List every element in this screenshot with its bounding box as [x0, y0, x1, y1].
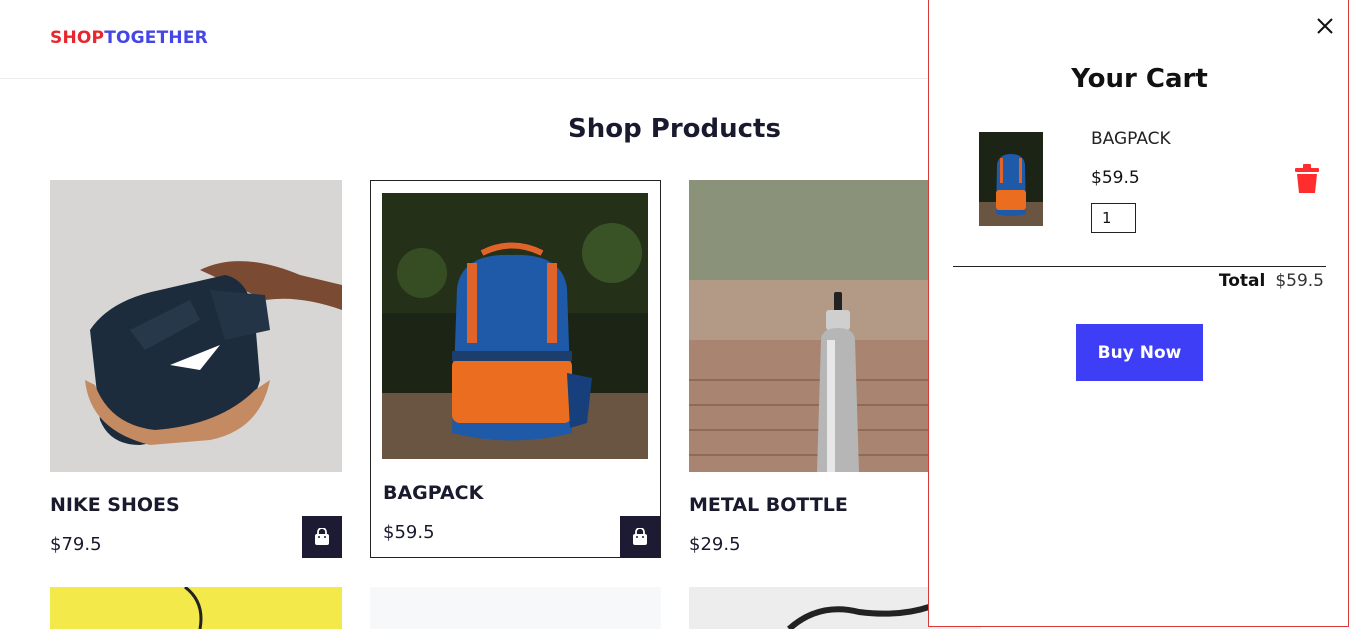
- total-label: Total: [1218, 271, 1266, 291]
- product-name[interactable]: BAGPACK: [383, 482, 483, 504]
- total-value: $59.5: [1275, 271, 1324, 291]
- shopping-bag-icon: [315, 528, 329, 545]
- product-name[interactable]: METAL BOTTLE: [689, 494, 848, 516]
- product-image-shoes[interactable]: [50, 180, 342, 472]
- cart-title: Your Cart: [1071, 64, 1208, 94]
- cart-item-image: [979, 132, 1043, 226]
- close-cart-button[interactable]: [1314, 14, 1336, 38]
- shopping-bag-icon: [633, 528, 647, 545]
- buy-now-button[interactable]: Buy Now: [1076, 324, 1203, 381]
- product-image-backpack[interactable]: [382, 193, 648, 459]
- product-price: $29.5: [689, 534, 741, 555]
- product-price: $59.5: [383, 522, 435, 543]
- add-to-cart-button[interactable]: [302, 516, 342, 558]
- cart-item-price: $59.5: [1091, 168, 1140, 188]
- product-image-partial[interactable]: [50, 587, 342, 629]
- logo[interactable]: SHOPTOGETHER: [50, 28, 208, 48]
- product-card: NIKE SHOES $79.5: [50, 180, 342, 558]
- add-to-cart-button[interactable]: [620, 516, 660, 558]
- product-card-selected: BAGPACK $59.5: [370, 180, 661, 558]
- cart-item-name: BAGPACK: [1091, 129, 1171, 149]
- close-icon: [1317, 18, 1333, 34]
- cart-divider: [953, 266, 1326, 267]
- delete-item-button[interactable]: [1294, 164, 1320, 194]
- quantity-input[interactable]: [1091, 203, 1136, 233]
- cart-drawer: Your Cart BAGPACK $59.5 Total $59.5 Buy …: [928, 0, 1349, 627]
- trash-icon: [1295, 164, 1319, 193]
- logo-shop-text: SHOP: [50, 28, 105, 48]
- product-image-partial[interactable]: [370, 587, 661, 629]
- logo-together-text: TOGETHER: [104, 28, 208, 48]
- product-name[interactable]: NIKE SHOES: [50, 494, 180, 516]
- product-price: $79.5: [50, 534, 102, 555]
- cart-total: Total $59.5: [1219, 271, 1324, 291]
